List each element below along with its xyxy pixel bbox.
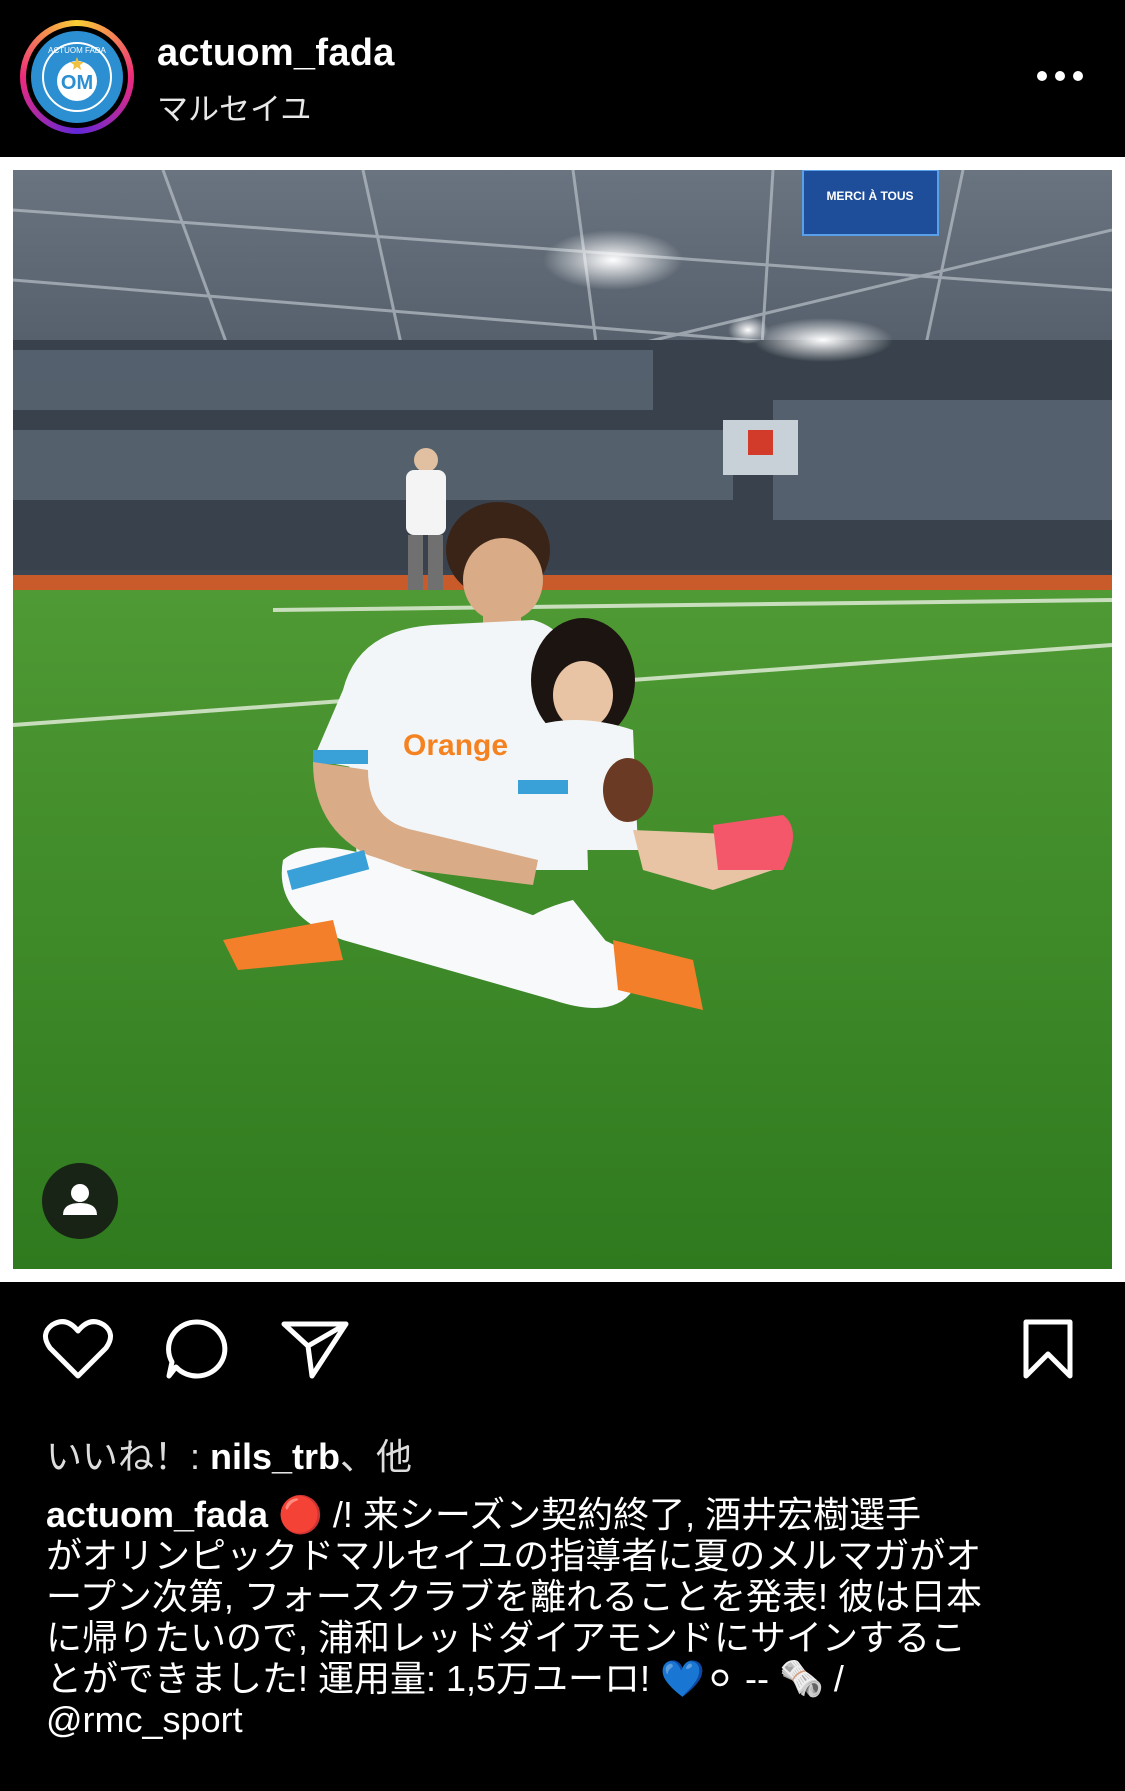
likes-user[interactable]: nils_trb [210,1436,340,1477]
bookmark-icon[interactable] [1018,1318,1078,1379]
share-send-icon[interactable] [280,1318,350,1379]
avatar-ring-text: ACTUOM FADA [48,46,106,55]
caption-line-5: とができました! 運用量: 1,5万ユーロ! 💙⚪ -- 🗞️ / [46,1658,844,1699]
likes-summary[interactable]: いいね！: nils_trb、他 [46,1428,412,1480]
avatar[interactable]: OM ACTUOM FADA [20,20,134,134]
post-header: OM ACTUOM FADA actuom_fada マルセイユ [0,0,1125,156]
caption-mention[interactable]: @rmc_sport [46,1699,1086,1740]
caption-line-2: がオリンピックドマルセイユの指導者に夏のメルマガがオ [46,1535,982,1576]
post-image[interactable]: MERCI À TOUS Orange [0,157,1125,1282]
comment-icon[interactable] [164,1318,230,1379]
scoreboard-text: MERCI À TOUS [826,188,913,203]
caption-line-3: ープン次第, フォースクラブを離れることを発表! 彼は日本 [46,1576,983,1617]
photo-illustration: MERCI À TOUS Orange [13,170,1112,1269]
club-logo: OM ACTUOM FADA [31,31,123,123]
shirt-sponsor-text: Orange [403,729,508,762]
avatar-logo-text: OM [61,72,93,94]
caption-line-4: に帰りたいので, 浦和レッドダイアモンドにサインするこ [46,1617,967,1658]
tagged-users-icon[interactable] [42,1163,118,1239]
likes-prefix: いいね！: [46,1436,211,1477]
post-username[interactable]: actuom_fada [157,32,395,75]
post-location[interactable]: マルセイユ [157,84,311,129]
stadium-photo: MERCI À TOUS Orange [13,170,1112,1269]
more-options-icon[interactable] [1030,56,1090,96]
like-heart-icon[interactable] [42,1318,114,1379]
caption-username[interactable]: actuom_fada [46,1494,268,1535]
caption-line-1: 🔴 /! 来シーズン契約終了, 酒井宏樹選手 [268,1494,922,1535]
post-caption: actuom_fada 🔴 /! 来シーズン契約終了, 酒井宏樹選手 がオリンピ… [46,1494,1086,1740]
likes-suffix: 、他 [340,1436,413,1477]
